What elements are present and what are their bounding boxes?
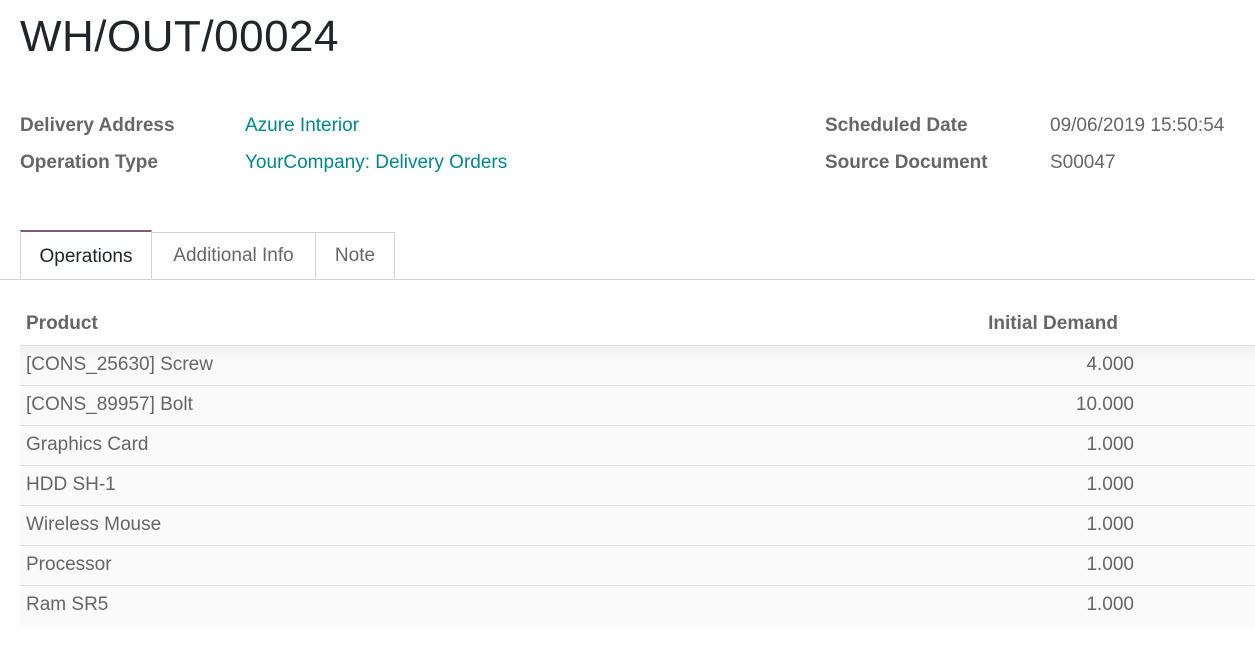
record-title: WH/OUT/00024 bbox=[20, 12, 339, 61]
operations-table: Product Initial Demand [CONS_25630] Scre… bbox=[20, 304, 1255, 625]
product-cell: Graphics Card bbox=[26, 434, 149, 455]
column-header-product[interactable]: Product bbox=[26, 313, 98, 335]
initial-demand-cell: 1.000 bbox=[1086, 514, 1134, 535]
table-row[interactable]: [CONS_89957] Bolt 10.000 bbox=[20, 386, 1255, 426]
operation-type-link[interactable]: YourCompany: Delivery Orders bbox=[245, 152, 507, 174]
scheduled-date-label: Scheduled Date bbox=[825, 115, 968, 136]
product-cell: Wireless Mouse bbox=[26, 514, 162, 535]
initial-demand-cell: 4.000 bbox=[1086, 354, 1134, 375]
table-row[interactable]: Ram SR5 1.000 bbox=[20, 586, 1255, 625]
delivery-address-label: Delivery Address bbox=[20, 115, 175, 136]
initial-demand-cell: 1.000 bbox=[1086, 474, 1134, 495]
table-row[interactable]: [CONS_25630] Screw 4.000 bbox=[20, 346, 1255, 386]
table-row[interactable]: Processor 1.000 bbox=[20, 546, 1255, 586]
initial-demand-cell: 1.000 bbox=[1086, 594, 1134, 615]
table-header: Product Initial Demand bbox=[20, 304, 1255, 346]
source-document-value: S00047 bbox=[1050, 152, 1116, 173]
initial-demand-cell: 1.000 bbox=[1086, 554, 1134, 575]
delivery-address-link[interactable]: Azure Interior bbox=[245, 115, 359, 137]
operation-type-label: Operation Type bbox=[20, 152, 158, 173]
table-body: [CONS_25630] Screw 4.000 [CONS_89957] Bolt… bbox=[20, 346, 1255, 625]
initial-demand-cell: 10.000 bbox=[1075, 394, 1134, 415]
column-header-initial-demand[interactable]: Initial Demand bbox=[988, 313, 1118, 335]
table-row[interactable]: HDD SH-1 1.000 bbox=[20, 466, 1255, 506]
notebook-tabs: Operations Additional Info Note bbox=[0, 230, 1255, 280]
table-row[interactable]: Graphics Card 1.000 bbox=[20, 426, 1255, 466]
table-row[interactable]: Wireless Mouse 1.000 bbox=[20, 506, 1255, 546]
initial-demand-cell: 1.000 bbox=[1086, 434, 1134, 455]
tab-note[interactable]: Note bbox=[315, 232, 395, 278]
product-cell: Ram SR5 bbox=[26, 594, 109, 615]
tab-additional-info[interactable]: Additional Info bbox=[151, 232, 316, 278]
product-cell: Processor bbox=[26, 554, 112, 575]
tab-operations[interactable]: Operations bbox=[20, 230, 152, 279]
scheduled-date-value: 09/06/2019 15:50:54 bbox=[1050, 115, 1225, 136]
source-document-label: Source Document bbox=[825, 152, 988, 173]
product-cell: HDD SH-1 bbox=[26, 474, 116, 495]
product-cell: [CONS_89957] Bolt bbox=[26, 394, 193, 415]
product-cell: [CONS_25630] Screw bbox=[26, 354, 213, 375]
